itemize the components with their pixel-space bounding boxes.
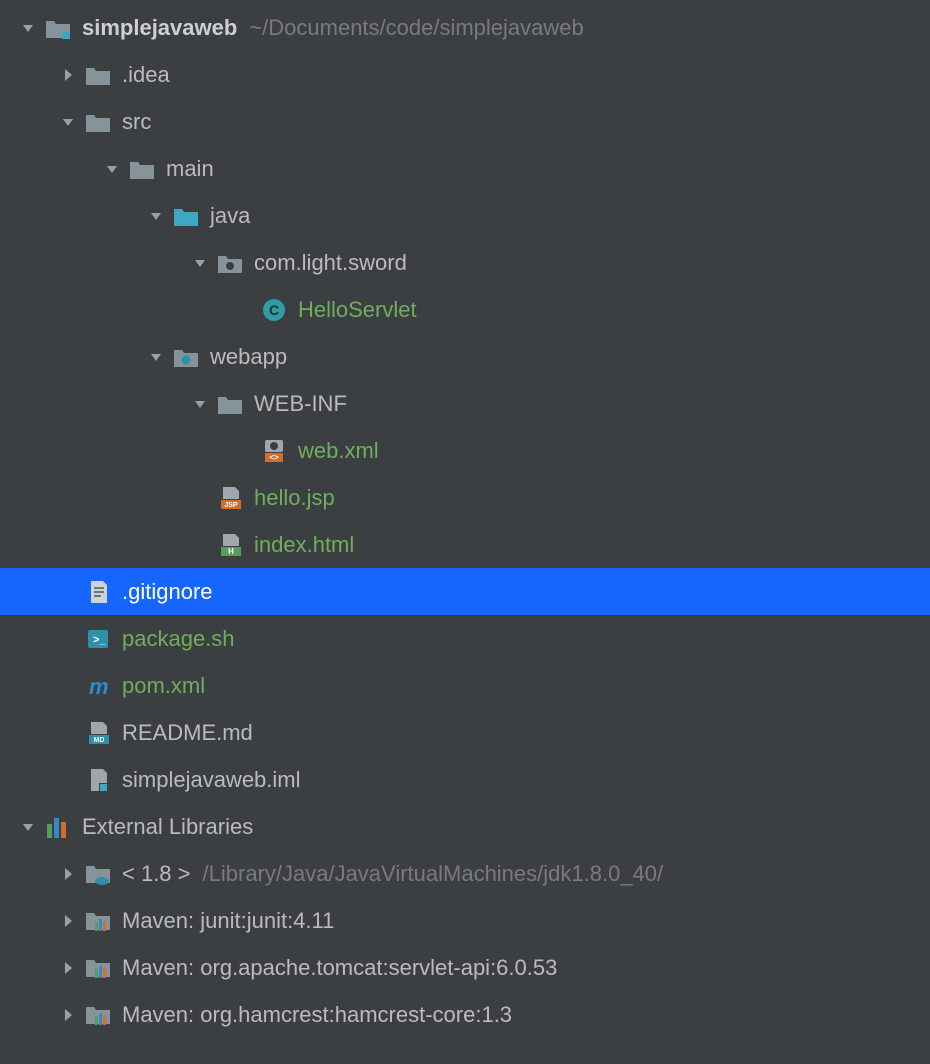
- tree-item-web-inf-folder[interactable]: WEB-INF: [0, 380, 930, 427]
- source-folder-icon: [172, 202, 200, 230]
- svg-text:m: m: [89, 674, 109, 699]
- chevron-right-icon: [58, 65, 78, 85]
- project-tree: simplejavaweb ~/Documents/code/simplejav…: [0, 0, 930, 1038]
- tree-item-label: HelloServlet: [298, 297, 417, 323]
- tree-item-path: /Library/Java/JavaVirtualMachines/jdk1.8…: [203, 861, 664, 887]
- tree-item-hello-servlet[interactable]: C HelloServlet: [0, 286, 930, 333]
- tree-item-label: External Libraries: [82, 814, 253, 840]
- tree-item-label: pom.xml: [122, 673, 205, 699]
- library-folder-icon: [84, 954, 112, 982]
- chevron-right-icon: [58, 911, 78, 931]
- chevron-down-icon: [18, 817, 38, 837]
- tree-item-external-libraries[interactable]: External Libraries: [0, 803, 930, 850]
- tree-item-label: < 1.8 >: [122, 861, 191, 887]
- tree-item-label: simplejavaweb: [82, 15, 237, 41]
- tree-item-hello-jsp[interactable]: JSP hello.jsp: [0, 474, 930, 521]
- tree-item-maven-junit[interactable]: Maven: junit:junit:4.11: [0, 897, 930, 944]
- folder-icon: [84, 108, 112, 136]
- tree-item-main-folder[interactable]: main: [0, 145, 930, 192]
- tree-item-maven-tomcat[interactable]: Maven: org.apache.tomcat:servlet-api:6.0…: [0, 944, 930, 991]
- svg-text:<>: <>: [269, 453, 279, 462]
- module-folder-icon: [44, 14, 72, 42]
- chevron-right-icon: [58, 958, 78, 978]
- tree-item-index-html[interactable]: H index.html: [0, 521, 930, 568]
- svg-text:JSP: JSP: [224, 502, 238, 509]
- chevron-down-icon: [18, 18, 38, 38]
- tree-item-label: web.xml: [298, 438, 379, 464]
- maven-file-icon: m: [84, 672, 112, 700]
- tree-item-label: com.light.sword: [254, 250, 407, 276]
- text-file-icon: [84, 578, 112, 606]
- tree-item-label: package.sh: [122, 626, 235, 652]
- tree-item-maven-hamcrest[interactable]: Maven: org.hamcrest:hamcrest-core:1.3: [0, 991, 930, 1038]
- library-folder-icon: [84, 907, 112, 935]
- chevron-down-icon: [58, 112, 78, 132]
- tree-item-package[interactable]: com.light.sword: [0, 239, 930, 286]
- tree-item-label: WEB-INF: [254, 391, 347, 417]
- tree-item-java-folder[interactable]: java: [0, 192, 930, 239]
- tree-item-label: index.html: [254, 532, 354, 558]
- svg-text:H: H: [228, 547, 234, 556]
- tree-item-label: simplejavaweb.iml: [122, 767, 301, 793]
- html-file-icon: H: [216, 531, 244, 559]
- folder-icon: [128, 155, 156, 183]
- java-class-icon: C: [260, 296, 288, 324]
- folder-icon: [84, 61, 112, 89]
- svg-text:>_: >_: [93, 634, 106, 646]
- tree-item-label: .idea: [122, 62, 170, 88]
- tree-item-iml[interactable]: simplejavaweb.iml: [0, 756, 930, 803]
- tree-item-label: Maven: org.apache.tomcat:servlet-api:6.0…: [122, 955, 557, 981]
- chevron-right-icon: [58, 864, 78, 884]
- tree-item-gitignore[interactable]: .gitignore: [0, 568, 930, 615]
- tree-item-label: webapp: [210, 344, 287, 370]
- chevron-right-icon: [58, 1005, 78, 1025]
- tree-item-readme[interactable]: MD README.md: [0, 709, 930, 756]
- module-file-icon: [84, 766, 112, 794]
- folder-icon: [216, 390, 244, 418]
- chevron-down-icon: [102, 159, 122, 179]
- tree-item-idea-folder[interactable]: .idea: [0, 51, 930, 98]
- web-folder-icon: [172, 343, 200, 371]
- xml-config-icon: <>: [260, 437, 288, 465]
- jdk-folder-icon: [84, 860, 112, 888]
- svg-text:C: C: [269, 302, 279, 318]
- chevron-down-icon: [190, 394, 210, 414]
- tree-item-label: hello.jsp: [254, 485, 335, 511]
- markdown-file-icon: MD: [84, 719, 112, 747]
- svg-text:MD: MD: [94, 737, 105, 744]
- chevron-down-icon: [146, 347, 166, 367]
- jsp-file-icon: JSP: [216, 484, 244, 512]
- tree-item-package-sh[interactable]: >_ package.sh: [0, 615, 930, 662]
- tree-item-label: java: [210, 203, 250, 229]
- chevron-down-icon: [190, 253, 210, 273]
- library-folder-icon: [84, 1001, 112, 1029]
- tree-item-path: ~/Documents/code/simplejavaweb: [249, 15, 583, 41]
- tree-item-label: README.md: [122, 720, 253, 746]
- tree-item-label: .gitignore: [122, 579, 213, 605]
- package-icon: [216, 249, 244, 277]
- tree-item-jdk[interactable]: < 1.8 > /Library/Java/JavaVirtualMachine…: [0, 850, 930, 897]
- tree-item-project-root[interactable]: simplejavaweb ~/Documents/code/simplejav…: [0, 4, 930, 51]
- tree-item-label: Maven: org.hamcrest:hamcrest-core:1.3: [122, 1002, 512, 1028]
- tree-item-label: main: [166, 156, 214, 182]
- tree-item-web-xml[interactable]: <> web.xml: [0, 427, 930, 474]
- tree-item-pom-xml[interactable]: m pom.xml: [0, 662, 930, 709]
- chevron-down-icon: [146, 206, 166, 226]
- libraries-icon: [44, 813, 72, 841]
- tree-item-label: src: [122, 109, 151, 135]
- tree-item-webapp-folder[interactable]: webapp: [0, 333, 930, 380]
- shell-script-icon: >_: [84, 625, 112, 653]
- tree-item-label: Maven: junit:junit:4.11: [122, 908, 334, 934]
- tree-item-src-folder[interactable]: src: [0, 98, 930, 145]
